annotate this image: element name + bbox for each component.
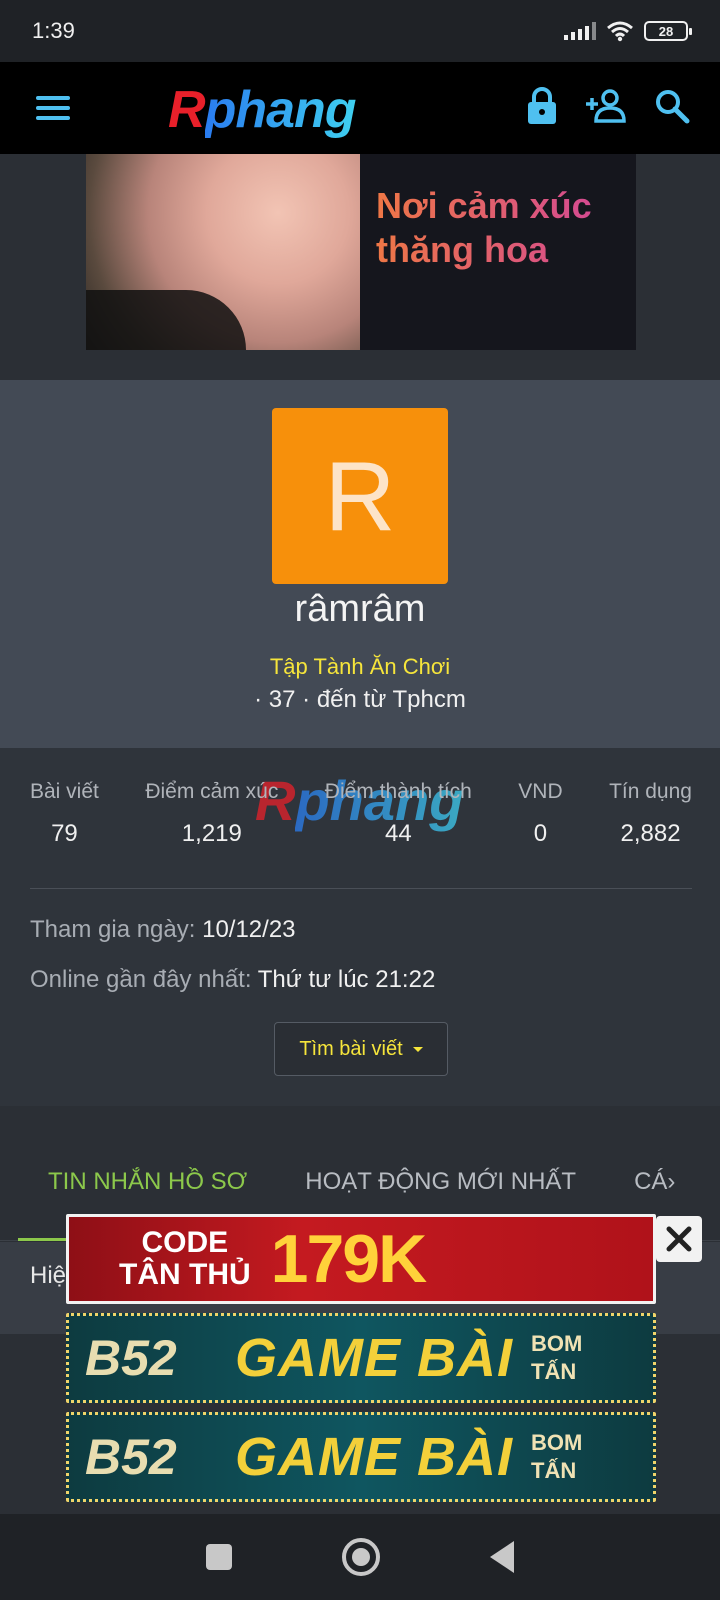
stat-trophy-points[interactable]: Điểm thành tích 44 — [325, 780, 472, 848]
tab-profile-posts[interactable]: TIN NHẮN HỒ SƠ — [0, 1168, 275, 1196]
stat-label: VND — [518, 780, 563, 803]
search-icon[interactable] — [654, 88, 690, 124]
top-banner-ad[interactable]: Nơi cảm xúc thăng hoa — [86, 154, 636, 350]
header-actions — [526, 86, 690, 126]
joined-label: Tham gia ngày: — [30, 916, 196, 943]
menu-icon[interactable] — [36, 96, 70, 120]
site-logo[interactable]: Rphang — [168, 80, 357, 140]
close-icon — [666, 1226, 692, 1252]
status-icons: 28 — [564, 20, 692, 42]
ad-code-label: CODE TÂN THỦ — [119, 1227, 251, 1291]
stat-label: Điểm thành tích — [324, 780, 472, 803]
stat-value: 79 — [51, 820, 78, 847]
stat-reaction-score[interactable]: Điểm cảm xúc 1,219 — [145, 780, 278, 848]
close-ad-button[interactable] — [656, 1216, 702, 1262]
joined-date: Tham gia ngày: 10/12/23 — [30, 916, 296, 944]
status-bar: 1:39 28 — [0, 0, 720, 62]
back-icon[interactable] — [490, 1541, 514, 1573]
user-title: Tập Tành Ăn Chơi — [269, 654, 451, 679]
ad-code-amount: 179K — [270, 1221, 428, 1297]
stats-row: Bài viết 79 Điểm cảm xúc 1,219 Điểm thàn… — [30, 780, 692, 848]
chevron-down-icon — [412, 1046, 423, 1052]
divider — [30, 888, 692, 889]
stat-value: 2,882 — [620, 820, 681, 847]
stat-posts[interactable]: Bài viết 79 — [30, 780, 99, 848]
system-nav-bar — [0, 1514, 720, 1600]
battery-icon: 28 — [644, 21, 692, 41]
banner-line-1: Nơi cảm xúc — [376, 185, 592, 226]
lock-icon[interactable] — [526, 86, 558, 126]
add-user-icon[interactable] — [584, 88, 628, 124]
floating-ads: CODE TÂN THỦ 179K B52 GAME BÀI BOM TẤN B… — [66, 1214, 656, 1511]
ad-b52-side: BOM TẤN — [531, 1330, 582, 1386]
stat-value: 44 — [384, 820, 412, 847]
ad-b52-logo: B52 — [85, 1330, 177, 1386]
signal-icon — [564, 22, 596, 40]
ad-b52-banner[interactable]: B52 GAME BÀI BOM TẤN — [66, 1412, 656, 1502]
find-posts-button[interactable]: Tìm bài viết — [274, 1022, 448, 1076]
tab-content-text: Hiệ — [30, 1262, 67, 1289]
ad-code-banner[interactable]: CODE TÂN THỦ 179K — [66, 1214, 656, 1304]
avatar[interactable]: R — [272, 408, 448, 584]
ad-code-line-2: TÂN THỦ — [119, 1258, 251, 1291]
banner-line-2: thăng hoa — [376, 229, 548, 270]
logo-letter: R — [168, 81, 206, 139]
last-online-label: Online gần đây nhất: — [30, 966, 252, 993]
last-online: Online gần đây nhất: Thứ tư lúc 21:22 — [30, 966, 435, 994]
recents-icon[interactable] — [206, 1544, 232, 1570]
stat-value: 0 — [533, 820, 548, 847]
ad-b52-main: GAME BÀI — [235, 1328, 513, 1388]
ad-b52-logo: B52 — [85, 1429, 177, 1485]
profile-card: R râmrâm Tập Tành Ăn Chơi · 37 · đến từ … — [0, 380, 720, 748]
tab-latest-activity[interactable]: HOẠT ĐỘNG MỚI NHẤT — [275, 1168, 604, 1196]
app-header: Rphang — [0, 62, 720, 154]
ad-b52-side-1: BOM — [531, 1331, 583, 1356]
stat-credit: Tín dụng 2,882 — [609, 780, 692, 848]
stat-label: Điểm cảm xúc — [145, 780, 279, 803]
wifi-icon — [607, 21, 633, 42]
username: râmrâm — [294, 588, 426, 630]
tab-more[interactable]: CÁ› — [604, 1168, 703, 1196]
home-icon[interactable] — [342, 1538, 380, 1576]
banner-slogan: Nơi cảm xúc thăng hoa — [360, 154, 636, 350]
logo-text: phang — [204, 81, 357, 139]
last-online-value: Thứ tư lúc 21:22 — [257, 966, 436, 993]
status-time: 1:39 — [32, 18, 75, 43]
ad-code-line-1: CODE — [141, 1226, 229, 1259]
ad-b52-main: GAME BÀI — [235, 1427, 513, 1487]
ad-b52-banner[interactable]: B52 GAME BÀI BOM TẤN — [66, 1313, 656, 1403]
joined-value: 10/12/23 — [202, 916, 296, 943]
stats-card: Rphang Bài viết 79 Điểm cảm xúc 1,219 Đi… — [0, 748, 720, 1106]
ad-b52-side-2: TẤN — [531, 1458, 577, 1483]
banner-photo — [86, 154, 360, 350]
profile-tabs: TIN NHẮN HỒ SƠ HOẠT ĐỘNG MỚI NHẤT CÁ› — [0, 1146, 720, 1218]
ad-b52-side: BOM TẤN — [531, 1429, 582, 1485]
stat-label: Bài viết — [30, 780, 99, 803]
ad-b52-side-2: TẤN — [531, 1359, 577, 1384]
find-posts-label: Tìm bài viết — [299, 1037, 403, 1060]
ad-b52-side-1: BOM — [531, 1430, 583, 1455]
stat-vnd: VND 0 — [518, 780, 562, 848]
stat-value: 1,219 — [181, 820, 242, 847]
user-meta: · 37 · đến từ Tphcm — [254, 686, 466, 713]
stat-label: Tín dụng — [609, 780, 692, 803]
